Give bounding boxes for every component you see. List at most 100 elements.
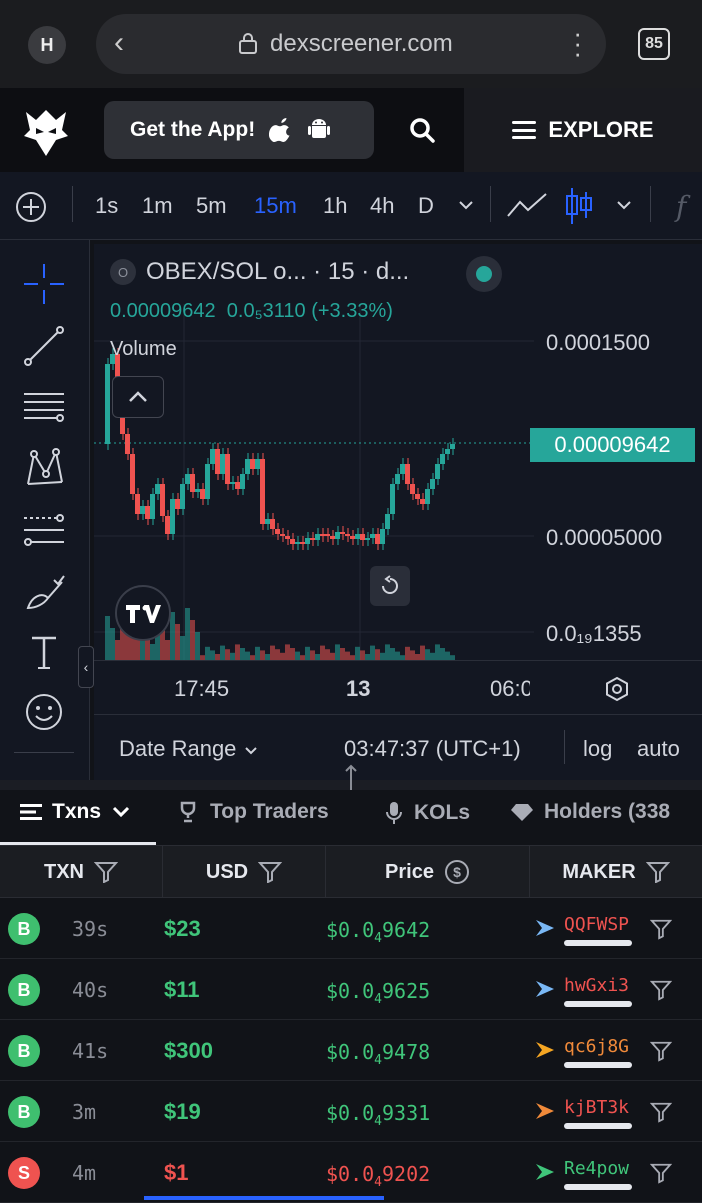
timeframe-1h[interactable]: 1h <box>323 193 347 219</box>
search-icon[interactable] <box>408 116 436 144</box>
volume-bar <box>295 651 300 660</box>
profile-avatar[interactable]: H <box>28 26 66 64</box>
column-price[interactable]: Price $ <box>326 846 530 898</box>
column-usd[interactable]: USD <box>163 846 326 898</box>
tab-count-button[interactable]: 85 <box>638 28 670 60</box>
timeframe-1m[interactable]: 1m <box>142 193 173 219</box>
reset-chart-button[interactable] <box>370 566 410 606</box>
address-bar[interactable]: ‹ dexscreener.com · · · <box>96 14 606 74</box>
candle <box>145 506 150 519</box>
collapse-legend-button[interactable] <box>112 376 164 418</box>
timeframe-d[interactable]: D <box>418 193 434 219</box>
candle <box>450 444 455 449</box>
volume-bar <box>285 644 290 660</box>
fib-icon[interactable] <box>20 506 68 554</box>
txn-price: $0.049642 <box>326 918 431 946</box>
tab-kols[interactable]: KOLs <box>384 800 470 826</box>
pattern-icon[interactable] <box>20 444 68 492</box>
date-range-button[interactable]: Date Range <box>119 736 259 762</box>
timeframe-5m[interactable]: 5m <box>196 193 227 219</box>
add-indicator-icon[interactable] <box>14 190 48 224</box>
volume-bar <box>175 624 180 660</box>
back-icon[interactable]: ‹ <box>114 26 124 60</box>
y-axis-label: 0.0₁₉1355 <box>546 621 642 646</box>
text-tool-icon[interactable] <box>20 628 68 676</box>
chevron-down-icon[interactable] <box>456 198 476 212</box>
frog-icon <box>532 1158 560 1186</box>
filter-icon[interactable] <box>645 861 670 883</box>
toolbar-collapse-button[interactable]: ‹ <box>78 646 94 688</box>
timeframe-15m[interactable]: 15m <box>254 193 297 219</box>
diamond-icon <box>511 804 533 821</box>
maker-address[interactable]: hwGxi3 <box>564 975 629 996</box>
filter-icon[interactable] <box>649 918 673 940</box>
candle <box>275 529 280 534</box>
chevron-down-icon[interactable] <box>614 198 634 212</box>
filter-icon[interactable] <box>649 1040 673 1062</box>
maker-address[interactable]: QQFWSP <box>564 914 629 935</box>
maker-address[interactable]: kjBT3k <box>564 1097 629 1118</box>
filter-icon[interactable] <box>258 861 283 883</box>
candle <box>250 459 255 469</box>
candle <box>320 534 325 536</box>
volume-bar <box>440 648 445 660</box>
tradingview-logo-icon[interactable] <box>114 584 172 642</box>
emoji-icon[interactable] <box>20 688 68 736</box>
more-menu-icon[interactable]: · · · <box>573 20 582 66</box>
tab-top-traders[interactable]: Top Traders <box>176 800 329 824</box>
filter-icon[interactable] <box>649 1162 673 1184</box>
line-chart-icon[interactable] <box>506 190 548 220</box>
volume-bar <box>115 640 120 660</box>
maker-balance-bar <box>564 1062 632 1068</box>
lock-icon <box>239 33 257 54</box>
settings-hexagon-icon[interactable] <box>604 676 630 702</box>
get-app-button[interactable]: Get the App! <box>104 101 374 159</box>
volume-bar <box>380 652 385 660</box>
candles-icon[interactable] <box>564 186 594 226</box>
x-axis-label: 06:0 <box>490 676 530 701</box>
toolbar-separator <box>490 186 491 222</box>
tab-holders[interactable]: Holders (338 <box>510 800 702 824</box>
log-scale-toggle[interactable]: log <box>583 736 612 762</box>
column-maker[interactable]: MAKER <box>530 846 702 898</box>
arrow-icon <box>532 975 560 1003</box>
filter-icon[interactable] <box>649 1101 673 1123</box>
candle <box>175 499 180 509</box>
chevron-down-icon <box>244 747 257 755</box>
volume-bar <box>205 646 210 660</box>
candle <box>335 532 340 539</box>
indicators-fx-icon[interactable]: f <box>676 190 686 223</box>
timeframe-4h[interactable]: 4h <box>370 193 394 219</box>
filter-icon[interactable] <box>649 979 673 1001</box>
auto-scale-toggle[interactable]: auto <box>637 736 680 762</box>
txn-age: 40s <box>72 978 109 1002</box>
maker-address[interactable]: Re4pow <box>564 1158 629 1179</box>
market-status-indicator[interactable] <box>466 256 502 292</box>
filter-icon[interactable] <box>94 861 118 883</box>
candle <box>400 464 405 474</box>
volume-bar <box>360 650 365 660</box>
bird-icon <box>532 1097 560 1125</box>
candle <box>220 454 225 474</box>
crosshair-icon[interactable] <box>20 260 68 308</box>
volume-bar <box>335 644 340 660</box>
volume-bar <box>260 650 265 660</box>
txn-usd: $300 <box>164 1038 213 1063</box>
apple-icon <box>269 118 290 142</box>
tab-txns[interactable]: Txns <box>20 800 131 824</box>
column-txn[interactable]: TXN <box>0 846 163 898</box>
volume-bar <box>385 644 390 660</box>
timeframe-1s[interactable]: 1s <box>95 193 118 219</box>
trend-line-icon[interactable] <box>20 322 68 370</box>
brush-icon[interactable] <box>20 568 68 616</box>
maker-address[interactable]: qc6j8G <box>564 1036 629 1057</box>
volume-bar <box>375 649 380 660</box>
explore-button[interactable]: EXPLORE <box>464 88 702 172</box>
dexscreener-logo-icon[interactable] <box>22 106 70 158</box>
parallel-lines-icon[interactable] <box>20 382 68 430</box>
dollar-circle-icon[interactable]: $ <box>444 859 470 885</box>
chart-legend[interactable]: O OBEX/SOL o... · 15 · d... <box>110 258 409 286</box>
horizontal-scrollbar[interactable] <box>144 1196 384 1200</box>
chart-clock: 03:47:37 (UTC+1) <box>344 736 521 761</box>
candle <box>180 484 185 509</box>
